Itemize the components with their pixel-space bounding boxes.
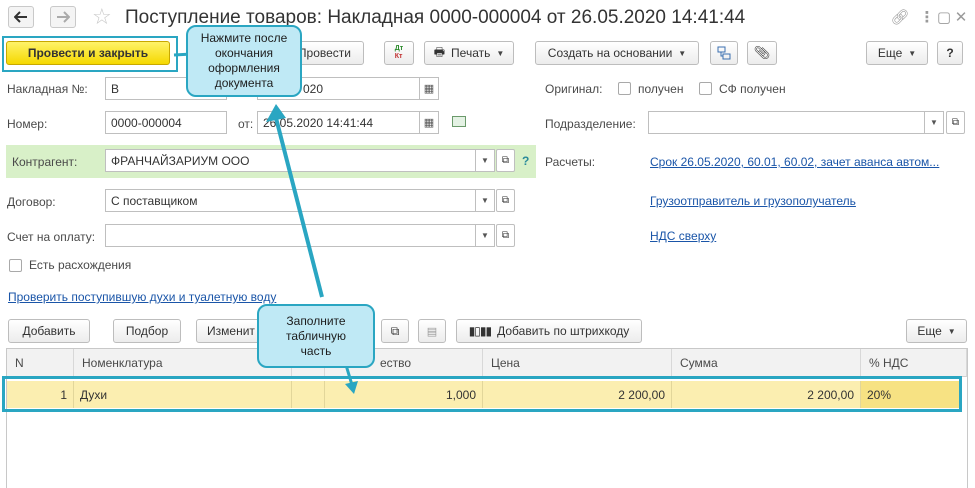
arrow-to-counterparty (274, 117, 324, 298)
callout-table-hint-text: Заполните табличную часть (286, 313, 346, 358)
callout-table-hint: Заполните табличную часть (257, 304, 375, 368)
callout-post-hint: Нажмите после окончания оформления докум… (186, 25, 302, 97)
arrow-head-table-row (345, 381, 358, 394)
arrow-head-counterparty (266, 104, 286, 122)
arrow-to-table-row (344, 364, 354, 386)
callout-arrows (173, 52, 358, 394)
callout-post-hint-text: Нажмите после окончания оформления докум… (200, 31, 288, 90)
